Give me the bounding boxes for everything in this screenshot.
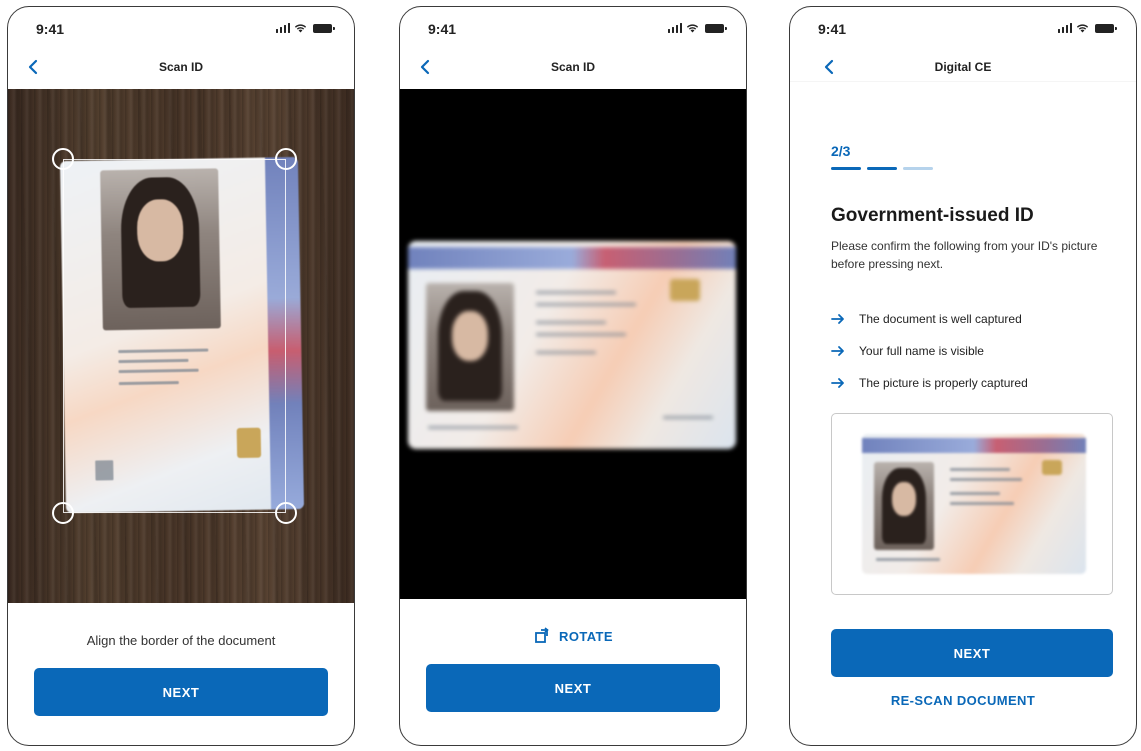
progress-segment-complete [831, 167, 861, 170]
arrow-right-icon [831, 378, 844, 388]
nav-bar: Scan ID [400, 55, 746, 81]
battery-icon [313, 24, 335, 33]
page-subtitle: Please confirm the following from your I… [831, 239, 1098, 271]
page-title: Government-issued ID [831, 205, 1034, 226]
battery-icon [705, 24, 727, 33]
phone-screen-confirm-id: 9:41 Digital CE 2/3 Government-issued ID… [789, 6, 1137, 746]
status-time: 9:41 [36, 21, 65, 37]
list-item: The picture is properly captured [831, 367, 1028, 399]
status-bar: 9:41 [790, 7, 1136, 47]
list-item: Your full name is visible [831, 335, 1028, 367]
status-icons [667, 23, 727, 33]
list-item-label: The picture is properly captured [859, 376, 1028, 390]
status-bar: 9:41 [400, 7, 746, 47]
rotate-icon [535, 627, 549, 643]
signal-icon [667, 23, 682, 33]
progress-segment-pending [903, 167, 933, 170]
nav-bar: Scan ID [8, 55, 354, 81]
signal-icon [275, 23, 290, 33]
wifi-icon [294, 23, 307, 33]
next-button[interactable]: NEXT [831, 629, 1113, 677]
rotate-label: ROTATE [559, 628, 613, 644]
status-icons [275, 23, 335, 33]
crop-handle-top-left[interactable] [52, 148, 74, 170]
back-chevron-icon[interactable] [24, 57, 44, 77]
wifi-icon [1076, 23, 1089, 33]
status-bar: 9:41 [8, 7, 354, 47]
rotate-button[interactable]: ROTATE [400, 627, 746, 645]
list-item-label: The document is well captured [859, 312, 1022, 326]
nav-bar: Digital CE [790, 55, 1136, 81]
nav-title: Scan ID [158, 60, 203, 74]
rescan-document-button[interactable]: RE-SCAN DOCUMENT [790, 693, 1136, 708]
arrow-right-icon [831, 314, 844, 324]
wifi-icon [686, 23, 699, 33]
nav-title: Scan ID [550, 60, 595, 74]
checklist: The document is well captured Your full … [831, 303, 1028, 399]
status-time: 9:41 [818, 21, 847, 37]
back-chevron-icon[interactable] [820, 57, 840, 77]
battery-icon [1095, 24, 1117, 33]
phone-screen-scan-crop: 9:41 Scan ID Align the border of the doc… [7, 6, 355, 746]
nav-title: Digital CE [934, 60, 992, 74]
status-icons [1057, 23, 1117, 33]
crop-handle-bottom-right[interactable] [275, 502, 297, 524]
id-preview-frame [831, 413, 1113, 595]
crop-handle-bottom-left[interactable] [52, 502, 74, 524]
signal-icon [1057, 23, 1072, 33]
camera-preview [8, 89, 354, 603]
id-card-image [862, 434, 1086, 574]
back-chevron-icon[interactable] [416, 57, 436, 77]
instruction-text: Align the border of the document [86, 633, 276, 648]
list-item: The document is well captured [831, 303, 1028, 335]
next-button[interactable]: NEXT [426, 664, 720, 712]
status-time: 9:41 [428, 21, 457, 37]
phone-screen-scan-rotate: 9:41 Scan ID ROTATE NEXT [399, 6, 747, 746]
camera-preview [400, 89, 746, 599]
list-item-label: Your full name is visible [859, 344, 984, 358]
progress-segment-complete [867, 167, 897, 170]
arrow-right-icon [831, 346, 844, 356]
step-counter: 2/3 [831, 143, 851, 159]
id-card-image [408, 241, 736, 449]
crop-frame [63, 159, 286, 513]
crop-handle-top-right[interactable] [275, 148, 297, 170]
progress-indicator [831, 167, 933, 170]
next-button[interactable]: NEXT [34, 668, 328, 716]
